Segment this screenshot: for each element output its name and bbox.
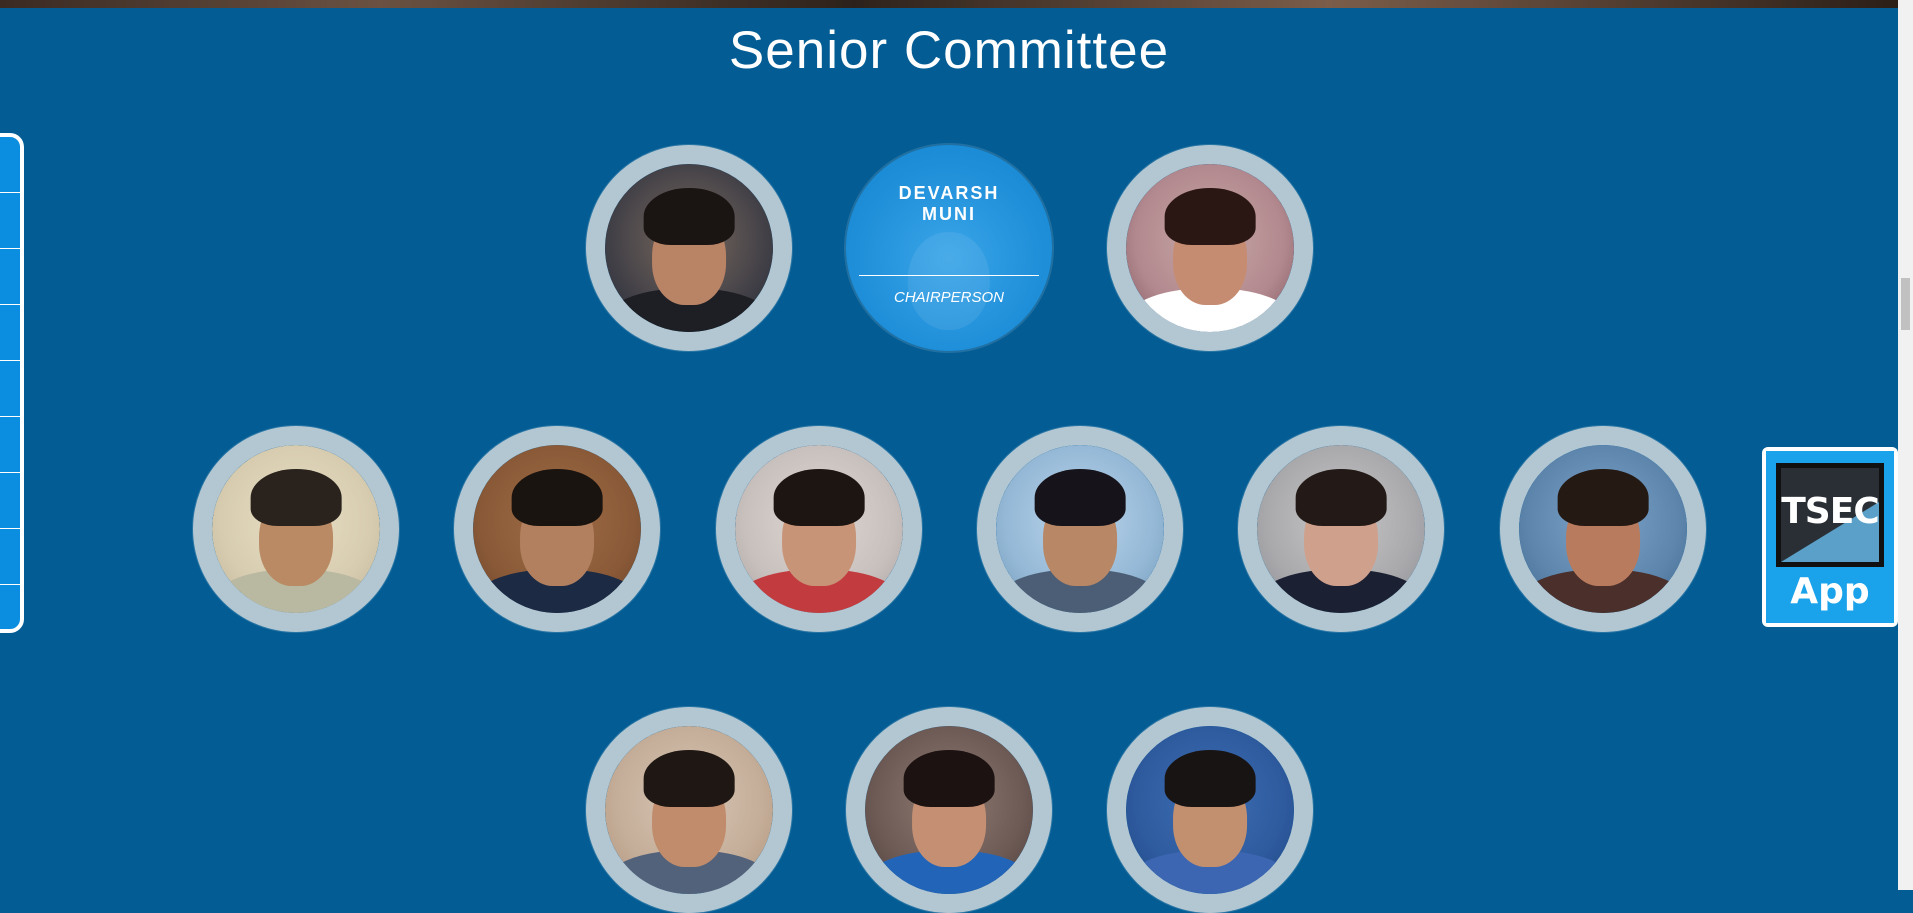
- member-name: DEVARSH MUNI: [898, 183, 1000, 224]
- scrollbar-thumb[interactable]: [1901, 278, 1910, 330]
- vertical-scrollbar[interactable]: [1898, 0, 1913, 890]
- side-nav-item[interactable]: [0, 417, 20, 473]
- member-photo[interactable]: [586, 707, 792, 913]
- side-nav-item[interactable]: [0, 249, 20, 305]
- member-photo[interactable]: [846, 707, 1052, 913]
- member-photo[interactable]: [454, 426, 660, 632]
- member-photo[interactable]: [977, 426, 1183, 632]
- side-nav-item[interactable]: [0, 193, 20, 249]
- side-nav-item[interactable]: [0, 473, 20, 529]
- member-photo[interactable]: [1238, 426, 1444, 632]
- app-logo-text: TSEC: [1781, 491, 1880, 532]
- side-nav-item[interactable]: [0, 585, 20, 629]
- name-divider: [859, 275, 1039, 276]
- side-nav-item[interactable]: [0, 305, 20, 361]
- section-title: Senior Committee: [728, 21, 1170, 80]
- tsec-app-icon: TSEC App: [1766, 451, 1894, 623]
- side-nav-item[interactable]: [0, 529, 20, 585]
- member-role: CHAIRPERSON: [893, 289, 1005, 306]
- member-photo-overlay: [907, 231, 991, 331]
- side-nav-item[interactable]: [0, 361, 20, 417]
- featured-member-card[interactable]: DEVARSH MUNI CHAIRPERSON: [846, 145, 1052, 351]
- tsec-app-badge[interactable]: TSEC App: [1762, 447, 1898, 627]
- member-photo[interactable]: [1107, 145, 1313, 351]
- app-label: App: [1790, 571, 1870, 612]
- side-navigation[interactable]: [0, 133, 24, 633]
- member-photo[interactable]: [1500, 426, 1706, 632]
- member-photo[interactable]: [1107, 707, 1313, 913]
- member-photo[interactable]: [193, 426, 399, 632]
- header-image-strip: [0, 0, 1898, 8]
- member-photo[interactable]: [716, 426, 922, 632]
- side-nav-item[interactable]: [0, 137, 20, 193]
- member-photo[interactable]: [586, 145, 792, 351]
